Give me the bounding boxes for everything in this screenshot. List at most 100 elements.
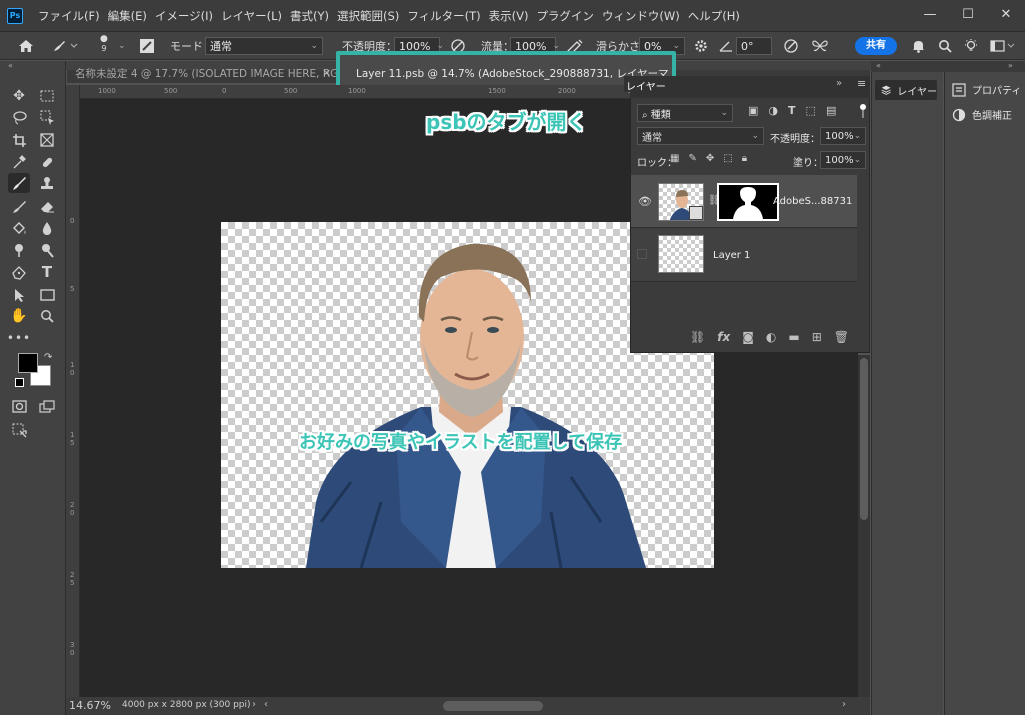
chevron-right-icon[interactable]: › <box>842 699 846 710</box>
search-icon[interactable] <box>938 37 952 55</box>
expand-arrows-icon[interactable]: » <box>1008 61 1013 70</box>
type-tool-icon[interactable]: T <box>36 262 58 282</box>
crop-tool-icon[interactable] <box>8 130 30 150</box>
blend-mode-select[interactable]: 通常 ⌄ <box>637 127 764 145</box>
dodge-tool-icon[interactable] <box>8 240 30 260</box>
lock-all-icon[interactable]: 🔒︎ <box>742 153 747 164</box>
rectangle-tool-icon[interactable] <box>36 285 58 305</box>
shape-filter-icon[interactable]: ⬚ <box>806 104 816 117</box>
mode-select[interactable]: 通常 ⌄ <box>205 37 323 55</box>
default-colors-icon[interactable] <box>15 378 24 387</box>
menu-image[interactable]: イメージ(I) <box>151 8 217 24</box>
eyedropper-tool-icon[interactable] <box>8 152 30 172</box>
fx-icon[interactable]: fx <box>717 330 730 344</box>
pressure-size-icon[interactable] <box>783 37 799 55</box>
minimize-button[interactable]: — <box>911 0 949 28</box>
filter-toggle-icon[interactable] <box>860 104 866 118</box>
zoom-tool-icon[interactable] <box>36 306 58 326</box>
visibility-toggle[interactable] <box>637 249 647 259</box>
tab-close-icon[interactable]: × <box>322 66 331 79</box>
hand-tool-icon[interactable]: ✋ <box>8 306 30 326</box>
swap-colors-icon[interactable]: ↷ <box>44 352 52 363</box>
share-button[interactable]: 共有 <box>855 37 897 55</box>
bell-icon[interactable] <box>912 37 925 55</box>
collapse-arrows-icon[interactable]: « <box>876 61 881 70</box>
screen-mode-icon[interactable] <box>36 396 58 416</box>
eye-icon[interactable]: 👁︎ <box>638 195 652 208</box>
menu-layer[interactable]: レイヤー(L) <box>217 8 286 24</box>
menu-type[interactable]: 書式(Y) <box>286 8 333 24</box>
brush-preset-icon[interactable] <box>52 37 78 55</box>
add-mask-icon[interactable]: ◙ <box>742 330 754 344</box>
layer-row-layer1[interactable]: Layer 1 <box>631 229 857 282</box>
pen-tool-icon-2[interactable] <box>36 240 58 260</box>
layer-filter-select[interactable]: ⌕ 種類 ⌄ <box>637 104 733 122</box>
brush-size-picker[interactable]: ● 9 <box>100 34 108 58</box>
angle-field[interactable]: 0° <box>736 37 772 55</box>
menu-view[interactable]: 表示(V) <box>485 8 533 24</box>
marquee-tool-icon[interactable] <box>36 86 58 106</box>
smart-object-filter-icon[interactable]: ▤ <box>826 104 836 117</box>
move-tool-icon[interactable]: ✥ <box>8 86 30 106</box>
panel-menu-icon[interactable]: ≡ <box>857 77 866 90</box>
new-layer-icon[interactable]: ⊞ <box>812 330 822 344</box>
layer-row-adobestock[interactable]: 👁︎ ⛓︎ AdobeS...88731 <box>631 175 857 228</box>
pixel-filter-icon[interactable]: ▣ <box>748 104 758 117</box>
adjustment-layer-icon[interactable]: ◐ <box>766 330 776 344</box>
gear-icon[interactable] <box>694 37 708 55</box>
generative-fill-icon[interactable] <box>8 420 30 440</box>
pen-tool-icon[interactable] <box>8 262 30 282</box>
brush-tool-icon[interactable] <box>8 173 30 193</box>
lasso-tool-icon[interactable] <box>8 107 30 127</box>
menu-edit[interactable]: 編集(E) <box>104 8 151 24</box>
scrollbar-thumb[interactable] <box>860 358 868 520</box>
type-filter-icon[interactable]: T <box>788 104 796 117</box>
edit-toolbar-icon[interactable]: ••• <box>7 328 30 348</box>
menu-select[interactable]: 選択範囲(S) <box>333 8 403 24</box>
adjustments-panel-button[interactable]: 色調補正 <box>952 107 1012 122</box>
adjustment-filter-icon[interactable]: ◑ <box>768 104 778 117</box>
horizontal-scrollbar-thumb[interactable] <box>443 701 543 711</box>
brush-settings-icon[interactable] <box>139 37 155 55</box>
foreground-color-swatch[interactable] <box>18 353 38 373</box>
lock-artboard-icon[interactable]: ⬚ <box>723 153 732 164</box>
menu-help[interactable]: ヘルプ(H) <box>684 8 744 24</box>
menu-filter[interactable]: フィルター(T) <box>403 8 484 24</box>
layer-name[interactable]: Layer 1 <box>713 250 750 261</box>
quick-mask-icon[interactable] <box>8 396 30 416</box>
history-brush-tool-icon[interactable] <box>8 196 30 216</box>
layer-mask-thumbnail[interactable] <box>717 183 779 221</box>
menu-file[interactable]: ファイル(F) <box>34 8 104 24</box>
lock-transparent-icon[interactable]: ▦ <box>670 153 679 164</box>
close-button[interactable]: ✕ <box>987 0 1025 28</box>
collapse-arrows-icon[interactable]: » <box>836 78 842 89</box>
frame-tool-icon[interactable] <box>36 130 58 150</box>
chevron-right-icon[interactable]: › <box>252 699 256 710</box>
lightbulb-icon[interactable] <box>963 37 979 55</box>
path-selection-tool-icon[interactable] <box>8 285 30 305</box>
link-layers-icon[interactable]: ⛓︎ <box>690 330 705 344</box>
blur-tool-icon[interactable] <box>36 218 58 238</box>
lock-paint-icon[interactable]: ✎ <box>688 153 696 164</box>
workspace-icon[interactable] <box>990 37 1016 55</box>
layers-scroll-track[interactable] <box>857 175 869 281</box>
trash-icon[interactable]: 🗑︎ <box>834 330 849 344</box>
menu-plugins[interactable]: プラグイン <box>532 8 598 24</box>
fill-field[interactable]: 100% ⌄ <box>820 151 866 169</box>
clone-stamp-tool-icon[interactable] <box>36 173 58 193</box>
properties-panel-button[interactable]: プロパティ <box>952 82 1021 97</box>
chevron-down-icon[interactable]: ⌄ <box>118 37 126 55</box>
object-selection-tool-icon[interactable] <box>36 107 58 127</box>
document-tab-psb[interactable]: Layer 11.psb @ 14.7% (AdobeStock_2908887… <box>356 66 668 81</box>
layers-tab[interactable]: レイヤー <box>626 78 666 93</box>
chevron-left-icon[interactable]: ‹ <box>264 699 268 710</box>
eraser-tool-icon[interactable] <box>36 196 58 216</box>
symmetry-butterfly-icon[interactable] <box>812 37 828 55</box>
maximize-button[interactable]: ☐ <box>949 0 987 28</box>
spot-healing-tool-icon[interactable] <box>36 152 58 172</box>
menu-window[interactable]: ウィンドウ(W) <box>598 8 684 24</box>
layers-panel-button[interactable]: レイヤー <box>875 80 937 100</box>
zoom-level[interactable]: 14.67% <box>69 699 111 712</box>
new-group-icon[interactable]: ▬ <box>788 330 799 344</box>
layer-opacity-field[interactable]: 100% ⌄ <box>820 127 866 145</box>
